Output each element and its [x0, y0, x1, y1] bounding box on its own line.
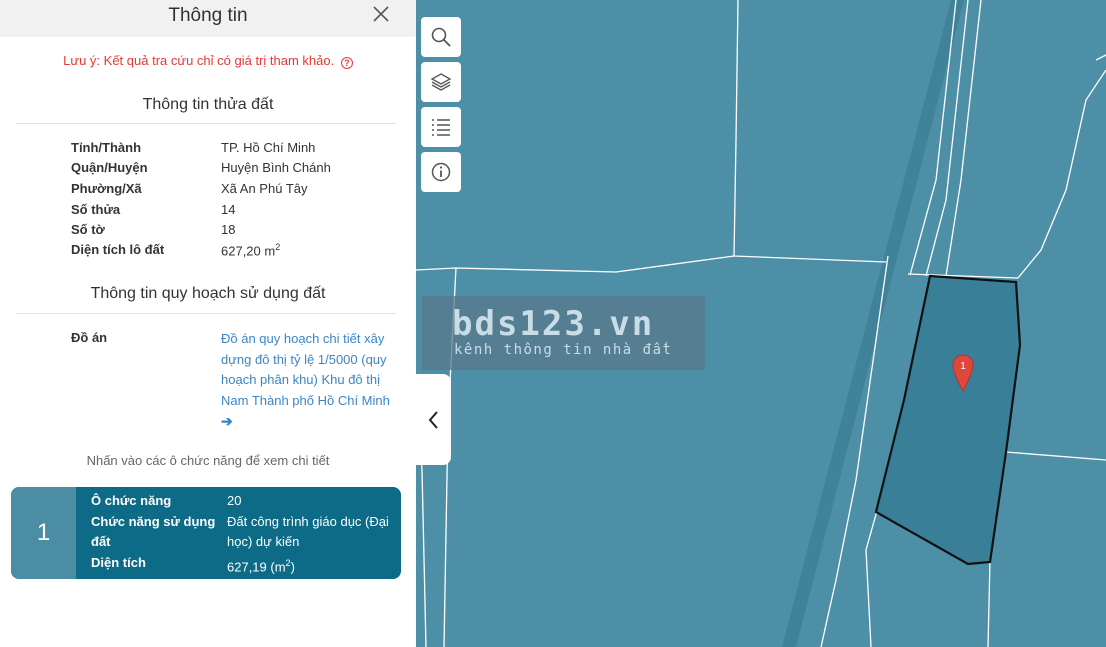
card-value: 627,19 (m2) — [227, 553, 397, 578]
arrow-right-icon[interactable]: ➔ — [221, 411, 401, 432]
layers-tool[interactable] — [421, 62, 461, 102]
disclaimer-text: Lưu ý: Kết quả tra cứu chỉ có giá trị th… — [63, 53, 335, 68]
help-icon[interactable]: ? — [340, 57, 353, 69]
info-icon — [431, 162, 451, 182]
search-tool[interactable] — [421, 17, 461, 57]
divider — [16, 313, 396, 314]
selected-parcel — [874, 274, 1022, 566]
panel-title: Thông tin — [168, 5, 248, 26]
row-value: 14 — [221, 202, 236, 217]
row-label: Diện tích lô đất — [71, 242, 165, 257]
card-value: 20 — [227, 493, 242, 508]
plan-label: Đồ án — [71, 330, 108, 345]
row-label: Số thửa — [71, 202, 121, 217]
search-icon — [431, 27, 451, 47]
card-area-value: 627,19 (m — [227, 558, 286, 574]
row-value: TP. Hồ Chí Minh — [221, 140, 316, 155]
card-value: Đất công trình giáo dục (Đại học) dự kiế… — [227, 513, 389, 550]
panel-header: Thông tin — [0, 0, 416, 37]
plan-link-text[interactable]: Đồ án quy hoạch chi tiết xây dựng đô thị… — [221, 331, 390, 408]
panel-toggle-button[interactable] — [416, 374, 451, 465]
card-area-tail: ) — [290, 558, 295, 574]
row-value: 627,20 m2 — [221, 242, 421, 258]
land-section-title: Thông tin thửa đất — [142, 96, 274, 113]
area-value: 627,20 m — [221, 243, 276, 259]
map-view[interactable]: bds123.vn kênh thông tin nhà đất 1 — [416, 0, 1106, 647]
row-label: Phường/Xã — [71, 181, 142, 196]
row-label: Tỉnh/Thành — [71, 140, 142, 155]
info-tool[interactable] — [421, 152, 461, 192]
divider — [16, 123, 396, 124]
watermark: bds123.vn kênh thông tin nhà đất — [422, 296, 705, 370]
map-marker-icon[interactable]: 1 — [952, 354, 974, 392]
close-icon[interactable] — [372, 5, 390, 23]
function-zone-card[interactable]: 1 Ô chức năng 20 Chức năng sử dụng đất Đ… — [11, 487, 401, 579]
marker-label: 1 — [960, 361, 966, 372]
legend-tool[interactable] — [421, 107, 461, 147]
hint-text: Nhấn vào các ô chức năng để xem chi tiết — [86, 453, 330, 468]
row-value: Huyện Bình Chánh — [221, 160, 331, 175]
card-label: Chức năng sử dụng đất — [91, 513, 216, 550]
info-panel: Thông tin Lưu ý: Kết quả tra cứu chỉ có … — [0, 0, 416, 647]
disclaimer-note: Lưu ý: Kết quả tra cứu chỉ có giá trị th… — [0, 53, 416, 69]
row-label: Quận/Huyện — [71, 160, 148, 175]
zone-number: 1 — [11, 487, 76, 579]
watermark-subtitle: kênh thông tin nhà đất — [454, 342, 673, 358]
watermark-title: bds123.vn — [452, 304, 655, 344]
row-value: 18 — [221, 222, 236, 237]
row-label: Số tờ — [71, 222, 105, 237]
list-icon — [432, 119, 450, 136]
card-label: Ô chức năng — [91, 493, 172, 508]
plan-link[interactable]: Đồ án quy hoạch chi tiết xây dựng đô thị… — [221, 329, 401, 432]
card-label: Diện tích — [91, 554, 146, 570]
area-unit-sup: 2 — [275, 242, 281, 252]
row-value: Xã An Phú Tây — [221, 181, 308, 196]
layers-icon — [430, 73, 452, 91]
chevron-left-icon — [428, 410, 438, 429]
planning-section-title: Thông tin quy hoạch sử dụng đất — [90, 285, 326, 302]
